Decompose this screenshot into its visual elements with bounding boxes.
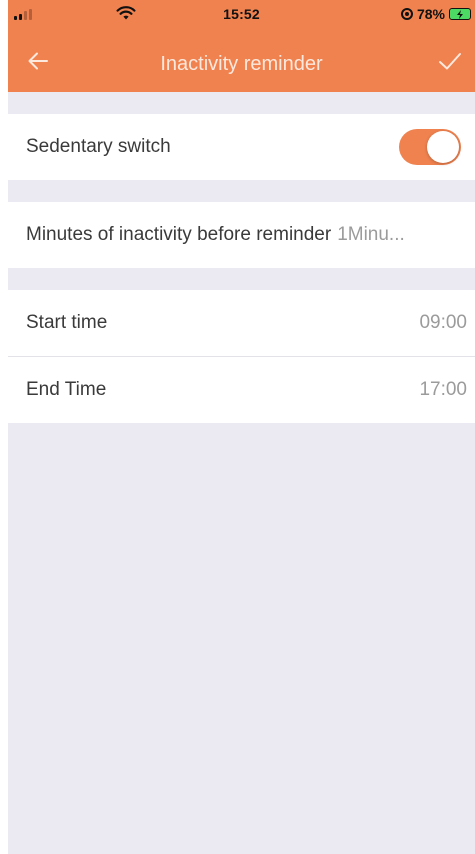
- start-time-label: Start time: [26, 312, 108, 333]
- minutes-value: 1Minu...: [337, 224, 405, 245]
- sedentary-switch-row: Sedentary switch: [8, 114, 475, 180]
- end-time-row[interactable]: End Time 17:00: [8, 357, 475, 423]
- sedentary-switch-toggle[interactable]: [399, 129, 461, 165]
- checkmark-icon[interactable]: [437, 50, 463, 72]
- phone-frame: 15:52 78% Inactivity reminder Sedentary: [0, 0, 475, 854]
- minutes-row[interactable]: Minutes of inactivity before reminder 1M…: [8, 202, 475, 268]
- section-gap: [8, 268, 475, 290]
- minutes-label: Minutes of inactivity before reminder: [26, 224, 332, 245]
- toggle-knob: [427, 131, 459, 163]
- section-gap: [8, 92, 475, 114]
- start-time-value: 09:00: [419, 312, 467, 333]
- sedentary-switch-label: Sedentary switch: [26, 136, 171, 157]
- end-time-label: End Time: [26, 379, 107, 400]
- end-time-value: 17:00: [419, 379, 467, 400]
- status-right: 78%: [400, 6, 471, 22]
- page-title: Inactivity reminder: [160, 53, 323, 75]
- orientation-lock-icon: [400, 8, 413, 20]
- battery-charging-icon: [449, 8, 471, 20]
- status-bar: 15:52 78%: [8, 0, 475, 28]
- start-time-row[interactable]: Start time 09:00: [8, 290, 475, 356]
- battery-percent: 78%: [416, 6, 445, 22]
- app-header: Inactivity reminder: [8, 28, 475, 92]
- section-gap: [8, 180, 475, 202]
- screen: 15:52 78% Inactivity reminder Sedentary: [8, 0, 475, 854]
